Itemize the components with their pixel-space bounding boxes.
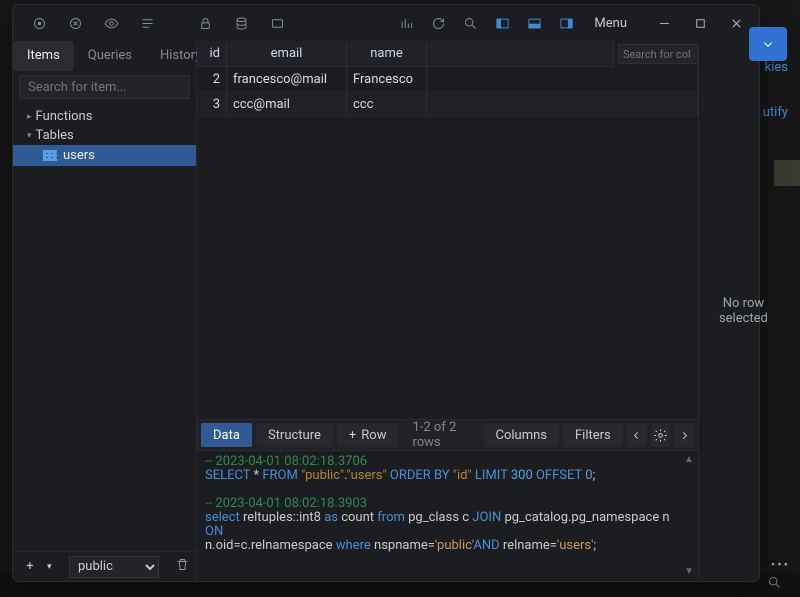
expand-panel-button[interactable] xyxy=(749,27,787,61)
chart-icon[interactable] xyxy=(392,9,420,37)
minimize-button[interactable] xyxy=(647,9,681,37)
table-icon xyxy=(43,150,57,161)
cell[interactable]: ccc@mail xyxy=(227,92,347,116)
sidebar: Items Queries History ▸Functions ▾Tables… xyxy=(13,41,197,581)
layout-left-icon[interactable] xyxy=(488,9,516,37)
refresh-icon[interactable] xyxy=(424,9,452,37)
col-spacer xyxy=(427,41,614,66)
trash-icon[interactable] xyxy=(175,557,190,576)
titlebar: Menu xyxy=(13,5,759,41)
app-window: Menu Items Queries History ▸Functions ▾T… xyxy=(12,4,760,582)
tree-node-functions[interactable]: ▸Functions xyxy=(13,107,196,126)
inspector-text: No row xyxy=(723,296,764,311)
sql-console[interactable]: ▲ -- 2023-04-01 08:02:18.3706 SELECT * F… xyxy=(197,451,698,581)
scroll-up-icon[interactable]: ▲ xyxy=(684,453,694,467)
row-status: 1-2 of 2 rows xyxy=(402,420,475,450)
inspector-text: selected xyxy=(719,311,768,326)
cell[interactable]: francesco@mail xyxy=(227,67,347,91)
layout-right-icon[interactable] xyxy=(552,9,580,37)
brand-icon[interactable] xyxy=(25,9,53,37)
table-row[interactable]: 3 ccc@mail ccc xyxy=(197,92,698,117)
tab-queries[interactable]: Queries xyxy=(74,41,146,71)
col-email[interactable]: email xyxy=(227,41,347,66)
visibility-icon[interactable] xyxy=(97,9,125,37)
menu-button[interactable]: Menu xyxy=(584,16,637,31)
tree-leaf-users[interactable]: users xyxy=(13,145,196,166)
tab-data[interactable]: Data xyxy=(201,423,252,447)
scroll-down-icon[interactable]: ▼ xyxy=(684,565,694,579)
sql-icon[interactable] xyxy=(263,9,291,37)
columns-button[interactable]: Columns xyxy=(484,423,560,447)
layout-bottom-icon[interactable] xyxy=(520,9,548,37)
schema-select[interactable]: public xyxy=(69,556,159,578)
label: users xyxy=(63,148,95,163)
next-page-button[interactable] xyxy=(674,423,694,447)
cell xyxy=(427,67,698,91)
prev-page-button[interactable] xyxy=(627,423,647,447)
cell[interactable]: 3 xyxy=(197,92,227,116)
cell xyxy=(427,92,698,116)
settings-button[interactable] xyxy=(651,423,671,447)
add-menu-caret[interactable]: ▾ xyxy=(47,562,63,572)
label: Functions xyxy=(36,109,93,124)
plus-icon: + xyxy=(349,428,356,443)
label: Tables xyxy=(36,128,74,143)
add-button[interactable]: + xyxy=(19,559,41,574)
sidebar-search-input[interactable] xyxy=(19,75,190,99)
maximize-button[interactable] xyxy=(683,9,717,37)
col-name[interactable]: name xyxy=(347,41,427,66)
add-row-button[interactable]: +Row xyxy=(337,423,399,447)
close-connection-icon[interactable] xyxy=(61,9,89,37)
table-row[interactable]: 2 francesco@mail Francesco xyxy=(197,67,698,92)
tab-items[interactable]: Items xyxy=(13,41,74,71)
database-icon[interactable] xyxy=(227,9,255,37)
lock-icon[interactable] xyxy=(191,9,219,37)
close-button[interactable] xyxy=(719,9,753,37)
col-id[interactable]: id xyxy=(197,41,227,66)
list-icon[interactable] xyxy=(133,9,161,37)
cell[interactable]: Francesco xyxy=(347,67,427,91)
cell[interactable]: 2 xyxy=(197,67,227,91)
column-search-input[interactable] xyxy=(618,44,698,64)
cell[interactable]: ccc xyxy=(347,92,427,116)
tree-node-tables[interactable]: ▾Tables xyxy=(13,126,196,145)
search-icon[interactable] xyxy=(456,9,484,37)
filters-button[interactable]: Filters xyxy=(563,423,623,447)
inspector-panel: No row selected xyxy=(698,41,788,581)
tab-structure[interactable]: Structure xyxy=(256,423,333,447)
